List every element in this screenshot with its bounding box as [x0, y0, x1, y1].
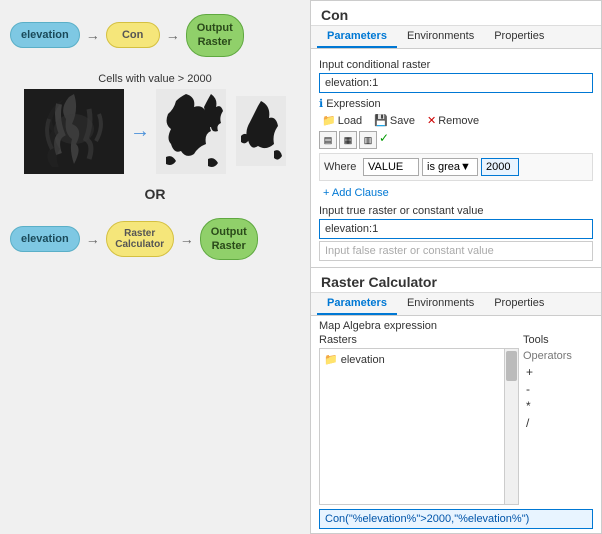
expression-label: Expression — [319, 97, 593, 110]
folder-icon: 📁 — [322, 114, 336, 127]
tab-properties-calc[interactable]: Properties — [484, 293, 554, 315]
scroll-thumb — [506, 351, 517, 381]
where-operator-select[interactable]: is grea▼ — [422, 158, 478, 176]
tools-column: Tools Operators + - * / — [523, 334, 593, 505]
operators-label: Operators — [523, 350, 593, 362]
rasters-scrollbar[interactable] — [505, 348, 519, 505]
save-button[interactable]: 💾 Save — [371, 113, 418, 128]
raster-calc-title: Raster Calculator — [311, 268, 601, 293]
calc-tabs: Parameters Environments Properties — [311, 293, 601, 316]
raster-calculator-panel: Raster Calculator Parameters Environment… — [310, 268, 602, 534]
input-true-field[interactable]: elevation:1 — [319, 219, 593, 239]
right-panel: Con Parameters Environments Properties I… — [310, 0, 602, 534]
operators-list: + - * / — [523, 364, 593, 431]
folder-icon-elevation: 📁 — [324, 353, 338, 366]
image-row: → — [24, 89, 286, 174]
op-plus[interactable]: + — [523, 364, 593, 380]
load-button[interactable]: 📁 Load — [319, 113, 365, 128]
input-false-field[interactable]: Input false raster or constant value — [319, 241, 593, 261]
where-label: Where — [324, 161, 360, 173]
rasters-with-scroll: 📁 elevation — [319, 348, 519, 505]
node-elevation1: elevation — [10, 22, 80, 48]
raster-elevation-label: elevation — [341, 354, 385, 366]
remove-label: Remove — [438, 115, 479, 127]
where-value-field[interactable]: 2000 — [481, 158, 519, 176]
tab-environments-con[interactable]: Environments — [397, 26, 484, 48]
rasters-column: Rasters 📁 elevation — [319, 334, 519, 505]
bottom-diagram: elevation → RasterCalculator → OutputRas… — [10, 214, 300, 265]
mini-toolbar: ▤ ▦ ▥ ✓ — [319, 131, 593, 149]
left-panel: elevation → Con → OutputRaster Cells wit… — [0, 0, 310, 534]
node-output2: OutputRaster — [200, 218, 258, 261]
arrow3: → — [86, 231, 100, 247]
arrow2: → — [166, 27, 180, 43]
tab-parameters-calc[interactable]: Parameters — [317, 293, 397, 315]
remove-button[interactable]: ✕ Remove — [424, 113, 482, 128]
image-caption: Cells with value > 2000 — [98, 73, 211, 85]
tools-header: Tools — [523, 334, 593, 346]
input-conditional-field[interactable]: elevation:1 — [319, 73, 593, 93]
input-conditional-label: Input conditional raster — [319, 59, 593, 71]
con-tabs: Parameters Environments Properties — [311, 26, 601, 49]
node-con: Con — [106, 22, 160, 48]
tab-parameters-con[interactable]: Parameters — [317, 26, 397, 48]
arrow1: → — [86, 27, 100, 43]
mini-btn-2[interactable]: ▦ — [339, 131, 357, 149]
tab-properties-con[interactable]: Properties — [484, 26, 554, 48]
formula-box[interactable]: Con("%elevation%">2000,"%elevation%") — [319, 509, 593, 529]
calc-panel-body: Map Algebra expression Rasters 📁 elevati… — [311, 316, 601, 533]
remove-icon: ✕ — [427, 114, 436, 127]
node-output1: OutputRaster — [186, 14, 244, 57]
where-field-select[interactable]: VALUE — [363, 158, 419, 176]
raster-item-elevation[interactable]: 📁 elevation — [322, 351, 502, 368]
con-panel: Con Parameters Environments Properties I… — [310, 0, 602, 268]
save-icon: 💾 — [374, 114, 388, 127]
two-col-layout: Rasters 📁 elevation — [319, 334, 593, 505]
con-panel-body: Input conditional raster elevation:1 Exp… — [311, 49, 601, 267]
input-true-label: Input true raster or constant value — [319, 205, 593, 217]
mini-btn-3[interactable]: ▥ — [359, 131, 377, 149]
mask-result-image — [156, 89, 226, 174]
load-label: Load — [338, 115, 362, 127]
arrow4: → — [180, 231, 194, 247]
op-divide[interactable]: / — [523, 415, 593, 431]
save-label: Save — [390, 115, 415, 127]
rasters-list: 📁 elevation — [319, 348, 505, 505]
mask-result-image2 — [236, 96, 286, 166]
rasters-header: Rasters — [319, 334, 519, 346]
image-section: Cells with value > 2000 → — [10, 73, 300, 174]
op-multiply[interactable]: * — [523, 398, 593, 414]
map-algebra-label: Map Algebra expression — [319, 320, 593, 332]
mini-btn-1[interactable]: ▤ — [319, 131, 337, 149]
expression-toolbar: 📁 Load 💾 Save ✕ Remove — [319, 113, 593, 128]
tab-environments-calc[interactable]: Environments — [397, 293, 484, 315]
con-panel-title: Con — [311, 1, 601, 26]
node-elevation2: elevation — [10, 226, 80, 252]
check-icon[interactable]: ✓ — [379, 131, 389, 149]
add-clause-button[interactable]: Add Clause — [319, 185, 593, 201]
where-row: Where VALUE is grea▼ 2000 — [319, 153, 593, 181]
or-label: OR — [10, 186, 300, 202]
image-arrow: → — [130, 120, 150, 143]
top-diagram: elevation → Con → OutputRaster — [10, 10, 300, 61]
node-raster-calculator: RasterCalculator — [106, 221, 174, 257]
terrain-raster-image — [24, 89, 124, 174]
op-minus[interactable]: - — [523, 381, 593, 397]
